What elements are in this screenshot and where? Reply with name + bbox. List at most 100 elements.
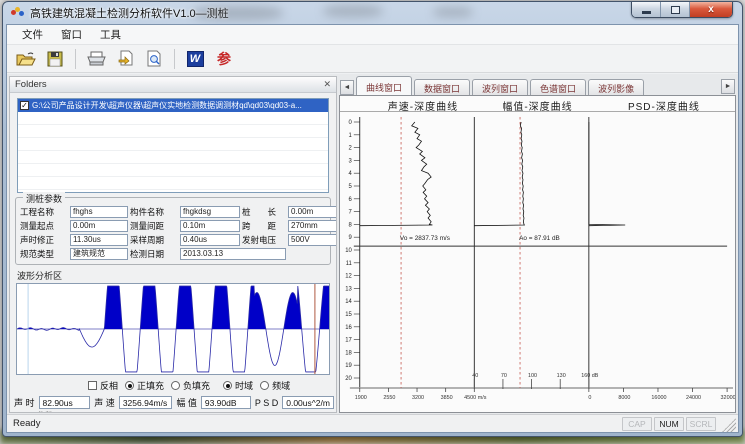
- param-label: 跨 距: [242, 220, 286, 232]
- caps-lock-indicator: CAP: [622, 417, 652, 431]
- param-value: 建筑规范: [70, 248, 128, 260]
- param-label: 发射电压: [242, 234, 286, 246]
- velocity-value[interactable]: 3256.94m/s: [119, 396, 173, 409]
- psd-chart-title: PSD-深度曲线: [628, 98, 700, 113]
- file-checkbox[interactable]: ✓: [20, 101, 29, 110]
- svg-text:13: 13: [345, 286, 352, 292]
- word-report-button[interactable]: W: [182, 47, 208, 71]
- svg-text:5: 5: [349, 184, 353, 190]
- svg-text:3: 3: [349, 158, 353, 164]
- open-button[interactable]: [13, 47, 39, 71]
- menu-bar: 文件 窗口 工具: [7, 25, 738, 45]
- save-floppy-icon: [47, 51, 63, 67]
- tab-scroll-left-icon[interactable]: ◄: [340, 80, 354, 95]
- invert-checkbox[interactable]: 反相: [88, 379, 118, 392]
- svg-text:17: 17: [345, 338, 352, 344]
- waveform-plot: [17, 284, 329, 374]
- param-value: 11.30us: [70, 234, 128, 246]
- time-domain-radio[interactable]: 时域: [223, 379, 253, 392]
- group-title: 测桩参数: [23, 192, 65, 205]
- param-label: 规范类型: [20, 248, 68, 260]
- svg-text:32000: 32000: [721, 395, 735, 401]
- svg-text:12: 12: [345, 274, 352, 280]
- radio-icon[interactable]: [223, 381, 232, 390]
- param-value: fhghs: [70, 206, 128, 218]
- fill-negative-radio[interactable]: 负填充: [171, 379, 210, 392]
- amplitude-value[interactable]: 93.90dB: [201, 396, 251, 409]
- tab-scroll-right-icon[interactable]: ►: [721, 79, 735, 94]
- param-value: fhgkdsg: [180, 206, 240, 218]
- tab-curve-window[interactable]: 曲线窗口: [356, 76, 412, 95]
- close-icon: x: [708, 4, 714, 15]
- depth-charts[interactable]: 0123456789101112131415161718192019002550…: [340, 112, 735, 412]
- radio-icon[interactable]: [260, 381, 269, 390]
- maximize-button[interactable]: [661, 2, 690, 17]
- app-window: 高铁建筑混凝土检测分析软件V1.0—测桩 x 文件 窗口 工具: [2, 1, 743, 437]
- parameter-grid: 工程名称 fhghs 构件名称 fhgkdsg 桩 长 0.00m 测量起点 0…: [20, 205, 326, 261]
- psd-value[interactable]: 0.00us^2/m: [282, 396, 334, 409]
- freq-domain-radio[interactable]: 频域: [260, 379, 290, 392]
- svg-text:0: 0: [349, 120, 353, 126]
- waveform-box[interactable]: [16, 283, 330, 375]
- svg-text:16000: 16000: [651, 395, 666, 401]
- parameter-char-icon: 参: [217, 49, 231, 69]
- tab-wavetrain-window[interactable]: 波列窗口: [472, 79, 528, 95]
- param-label: 采样周期: [130, 234, 178, 246]
- svg-text:160 dB: 160 dB: [581, 373, 599, 379]
- chart-container: 声速-深度曲线 幅值-深度曲线 PSD-深度曲线 012345678910111…: [339, 95, 736, 413]
- param-label: 测量间距: [130, 220, 178, 232]
- scroll-lock-indicator: SCRL: [686, 417, 716, 431]
- fill-negative-label: 负填充: [183, 379, 210, 392]
- num-lock-indicator: NUM: [654, 417, 684, 431]
- amplitude-chart-title: 幅值-深度曲线: [502, 98, 572, 113]
- toolbar-separator: [75, 49, 76, 69]
- panel-close-icon[interactable]: ✕: [323, 80, 331, 89]
- tab-bar: ◄ 曲线窗口 数据窗口 波列窗口 色谱窗口 波列影像 ►: [339, 76, 736, 95]
- tab-spectrum-window[interactable]: 色谱窗口: [530, 79, 586, 95]
- menu-tools[interactable]: 工具: [91, 25, 130, 44]
- svg-text:19: 19: [345, 363, 352, 369]
- tab-wavetrain-image[interactable]: 波列影像: [588, 79, 644, 95]
- file-list-item[interactable]: ✓ G:\公司产品设计开发\超声仪器\超声仪实地检测数据调测材qd\qd03\q…: [18, 99, 328, 112]
- parameters-button[interactable]: 参: [211, 47, 237, 71]
- folders-panel-header[interactable]: Folders ✕: [10, 77, 336, 93]
- print-button[interactable]: [83, 47, 109, 71]
- export-button[interactable]: [112, 47, 138, 71]
- velocity-label: 声 速: [94, 396, 115, 409]
- svg-text:2550: 2550: [383, 395, 395, 401]
- checkbox-icon[interactable]: [88, 381, 97, 390]
- chart-titles: 声速-深度曲线 幅值-深度曲线 PSD-深度曲线: [340, 96, 735, 112]
- param-value: 270mm: [288, 220, 337, 232]
- title-bar[interactable]: 高铁建筑混凝土检测分析软件V1.0—测桩 x: [3, 2, 742, 24]
- menu-window[interactable]: 窗口: [52, 25, 91, 44]
- close-button[interactable]: x: [690, 2, 732, 17]
- radio-icon[interactable]: [171, 381, 180, 390]
- resize-grip[interactable]: [722, 418, 736, 432]
- invert-label: 反相: [100, 379, 118, 392]
- save-button[interactable]: [42, 47, 68, 71]
- fill-positive-radio[interactable]: 正填充: [125, 379, 164, 392]
- maximize-icon: [671, 6, 680, 14]
- folders-panel-title: Folders: [15, 79, 47, 90]
- app-icon: [11, 7, 25, 19]
- clipped-text: 4841参数: [16, 409, 336, 413]
- print-preview-button[interactable]: [141, 47, 167, 71]
- curves-panel: ◄ 曲线窗口 数据窗口 波列窗口 色谱窗口 波列影像 ► 声速-深度曲线 幅值-…: [339, 76, 736, 413]
- param-label: 声时修正: [20, 234, 68, 246]
- tab-data-window[interactable]: 数据窗口: [414, 79, 470, 95]
- psd-label: P S D: [255, 398, 278, 408]
- sonic-time-value[interactable]: 82.90us: [39, 396, 91, 409]
- radio-icon[interactable]: [125, 381, 134, 390]
- svg-text:6: 6: [349, 197, 353, 203]
- svg-text:14: 14: [345, 299, 352, 305]
- svg-text:16: 16: [345, 325, 352, 331]
- file-list[interactable]: ✓ G:\公司产品设计开发\超声仪器\超声仪实地检测数据调测材qd\qd03\q…: [17, 98, 329, 193]
- svg-text:7: 7: [349, 210, 353, 216]
- svg-text:3200: 3200: [412, 395, 424, 401]
- svg-text:4: 4: [349, 171, 353, 177]
- minimize-button[interactable]: [632, 2, 661, 17]
- param-label: 工程名称: [20, 206, 68, 218]
- fill-positive-label: 正填充: [137, 379, 164, 392]
- menu-file[interactable]: 文件: [13, 25, 52, 44]
- toolbar: W 参: [7, 45, 738, 73]
